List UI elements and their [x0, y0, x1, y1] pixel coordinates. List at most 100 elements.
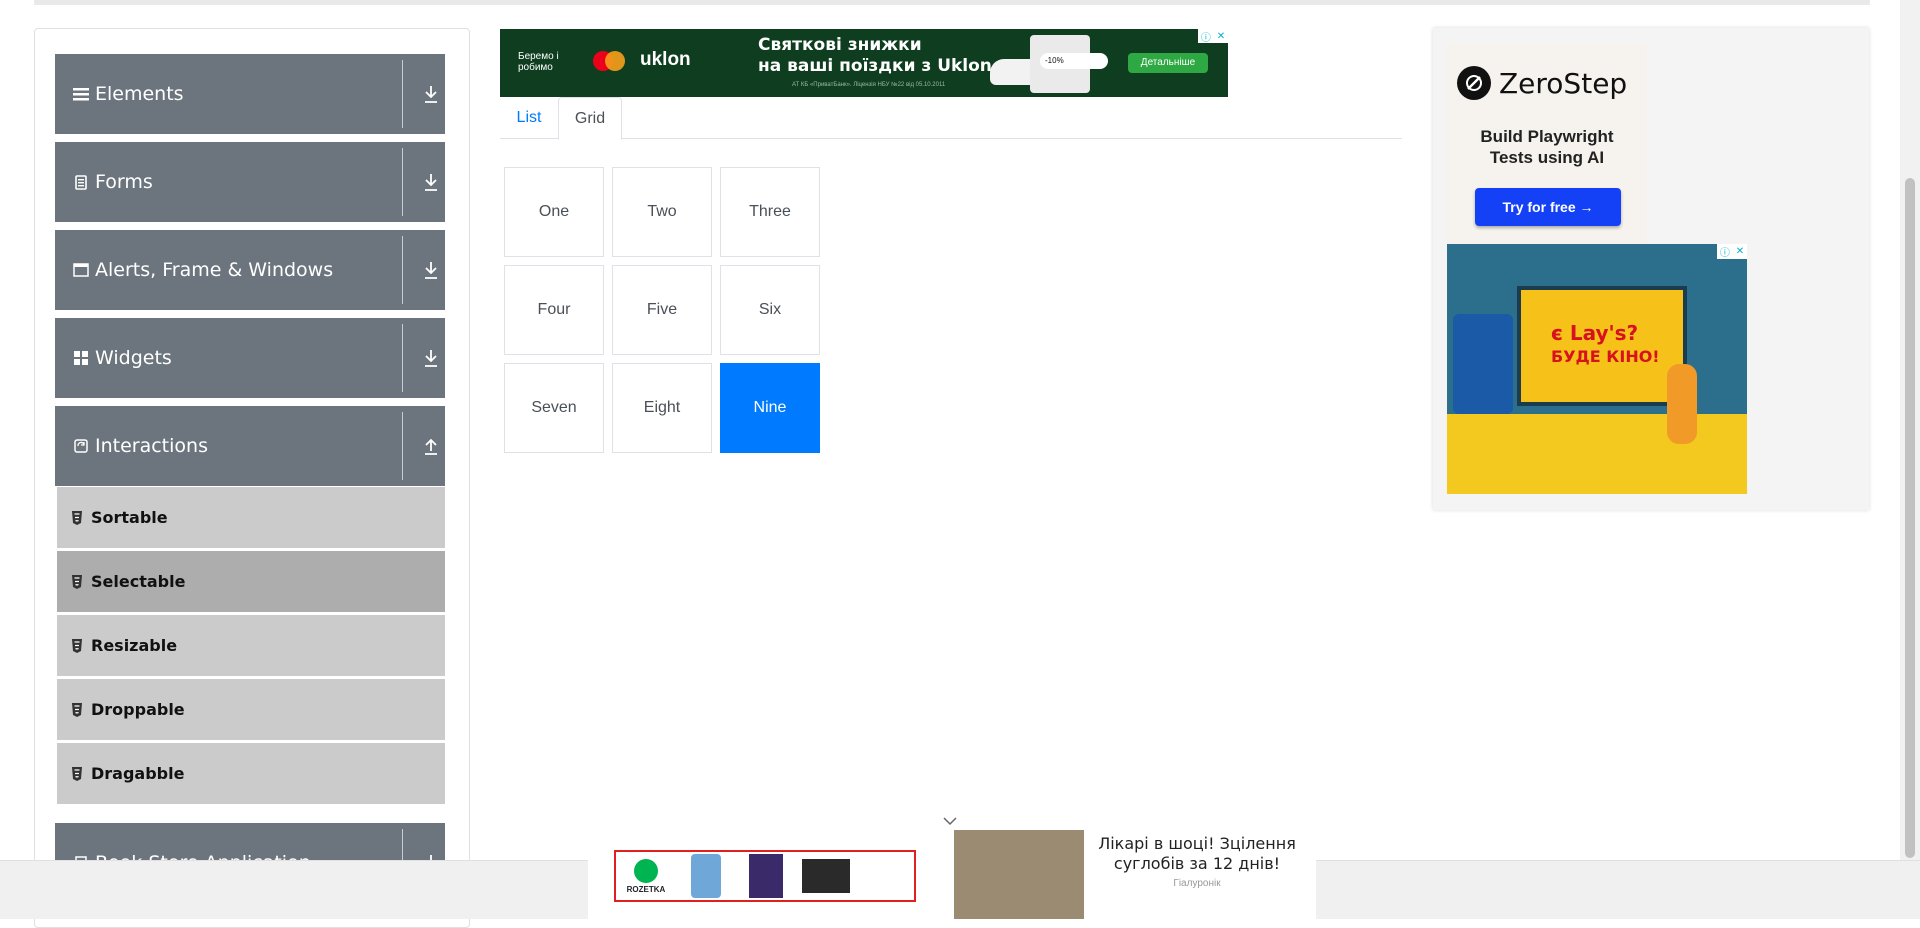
ad-close-controls[interactable]: ⓘ ✕ [1717, 244, 1747, 259]
chips-image [1447, 414, 1747, 494]
zerostep-tagline: Build Playwright Tests using AI [1447, 126, 1647, 168]
sidebar-item-resizable[interactable]: Resizable [57, 614, 445, 676]
zerostep-tagline-2: Tests using AI [1489, 148, 1605, 167]
zerostep-logo-icon [1457, 66, 1491, 100]
info-icon[interactable]: ⓘ [1720, 244, 1730, 259]
refresh-icon [73, 438, 89, 454]
mastercard-logo-icon [593, 51, 625, 71]
tab-grid[interactable]: Grid [558, 97, 622, 140]
grid-item-three[interactable]: Three [720, 167, 820, 257]
divider [402, 148, 403, 216]
try-for-free-button[interactable]: Try for free → [1475, 188, 1621, 226]
uklon-logo: uklon [640, 49, 691, 70]
rozetka-logo: ROZETKA [616, 852, 676, 900]
left-sidebar: Elements Forms Alerts, Frame & Windows W… [34, 28, 470, 928]
sidebar-item-dragabble[interactable]: Dragabble [57, 742, 445, 804]
lays-line-3: БУДЕ КІНО! [1551, 347, 1660, 366]
html5-icon [71, 638, 83, 653]
download-icon [423, 172, 439, 192]
grid-item-eight[interactable]: Eight [612, 363, 712, 453]
zerostep-tagline-1: Build Playwright [1480, 127, 1614, 146]
divider [402, 236, 403, 304]
foot-ad-title[interactable]: Лікарі в шоці! Зцілення суглобів за 12 д… [1092, 834, 1302, 874]
foot-ad-source[interactable]: Гіалуронік [1092, 878, 1302, 889]
divider [402, 412, 403, 480]
discount-chip: -10% [1040, 53, 1108, 69]
group-alerts[interactable]: Alerts, Frame & Windows [55, 230, 445, 310]
zerostep-logo: ZeroStep [1457, 66, 1627, 100]
grid-item-four[interactable]: Four [504, 265, 604, 355]
rozetka-logo-icon [634, 858, 658, 883]
ad-close-controls[interactable]: ⓘ ✕ [1198, 29, 1228, 44]
download-icon [423, 260, 439, 280]
remote-image [1667, 364, 1697, 444]
right-ad-panel: ZeroStep Build Playwright Tests using AI… [1433, 28, 1869, 510]
scrollbar-thumb[interactable] [1905, 178, 1915, 858]
divider [402, 324, 403, 392]
rozetka-name: ROZETKA [626, 884, 666, 894]
html5-icon [71, 574, 83, 589]
tab-list[interactable]: List [500, 97, 558, 139]
sidebar-item-sortable[interactable]: Sortable [57, 486, 445, 548]
foot-ad-image[interactable] [954, 830, 1084, 919]
sidebar-item-label: Selectable [91, 572, 186, 591]
close-icon[interactable]: ✕ [1736, 246, 1744, 257]
group-label: Elements [95, 83, 184, 105]
chevron-down-icon[interactable] [942, 813, 958, 829]
group-widgets[interactable]: Widgets [55, 318, 445, 398]
lays-line-1: є [1551, 321, 1563, 345]
window-icon [73, 262, 89, 278]
ad-headline-line-2: на ваші поїздки з Uklon [758, 56, 992, 76]
sidebar-item-label: Sortable [91, 508, 168, 527]
chips-bag-image [1453, 314, 1513, 414]
clipboard-icon [73, 174, 89, 190]
product-game-image [736, 854, 796, 898]
divider [402, 60, 403, 128]
ad-cta-button[interactable]: Детальніше [1128, 53, 1208, 73]
bank-logo: Беремо і робимо [518, 51, 559, 73]
ad-headline-line-1: Святкові знижки [758, 35, 922, 55]
zerostep-name: ZeroStep [1499, 66, 1628, 100]
lays-brand: Lay's [1569, 321, 1627, 345]
grid-item-six[interactable]: Six [720, 265, 820, 355]
download-icon [423, 348, 439, 368]
group-label: Alerts, Frame & Windows [95, 259, 334, 281]
info-icon[interactable]: ⓘ [1201, 29, 1211, 44]
group-label: Widgets [95, 347, 172, 369]
group-label: Forms [95, 171, 153, 193]
close-icon[interactable]: ✕ [1217, 31, 1225, 42]
grid-item-nine[interactable]: Nine [720, 363, 820, 453]
rozetka-ad[interactable]: ROZETKA [614, 850, 916, 902]
sidebar-item-label: Dragabble [91, 764, 185, 783]
grid-item-five[interactable]: Five [612, 265, 712, 355]
upload-icon [423, 436, 439, 456]
sidebar-item-droppable[interactable]: Droppable [57, 678, 445, 740]
menu-icon [73, 86, 89, 102]
group-interactions[interactable]: Interactions [55, 406, 445, 486]
top-banner-ad[interactable]: Беремо і робимо uklon Святкові знижки на… [500, 29, 1228, 97]
grid-item-seven[interactable]: Seven [504, 363, 604, 453]
download-icon [423, 84, 439, 104]
sidebar-item-label: Droppable [91, 700, 185, 719]
product-phone-image [676, 854, 736, 898]
group-elements[interactable]: Elements [55, 54, 445, 134]
html5-icon [71, 766, 83, 781]
html5-icon [71, 510, 83, 525]
grid-item-two[interactable]: Two [612, 167, 712, 257]
widgets-icon [73, 350, 89, 366]
lays-line-2: ? [1626, 321, 1639, 345]
sidebar-item-label: Resizable [91, 636, 178, 655]
tab-bar: List Grid [500, 97, 1402, 140]
group-label: Interactions [95, 435, 208, 457]
grid-item-one[interactable]: One [504, 167, 604, 257]
zerostep-ad[interactable]: ZeroStep Build Playwright Tests using AI… [1447, 44, 1647, 244]
top-strip [34, 0, 1870, 5]
group-forms[interactable]: Forms [55, 142, 445, 222]
product-monitor-image [796, 854, 856, 898]
html5-icon [71, 702, 83, 717]
lays-ad[interactable]: є Lay's? БУДЕ КІНО! ⓘ ✕ [1447, 244, 1747, 494]
lays-message: є Lay's? БУДЕ КІНО! [1551, 322, 1660, 368]
sidebar-item-selectable[interactable]: Selectable [57, 550, 445, 612]
ad-headline: Святкові знижки на ваші поїздки з Uklon [758, 35, 992, 77]
ad-fine-print: АТ КБ «ПриватБанк». Ліцензія НБУ №22 від… [792, 82, 946, 88]
